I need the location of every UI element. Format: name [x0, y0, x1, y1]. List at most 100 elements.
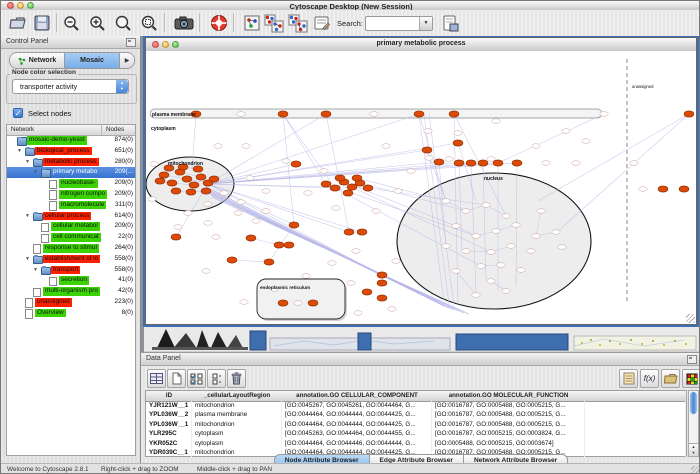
network-node[interactable] — [507, 244, 515, 249]
float-panel-icon[interactable] — [126, 38, 136, 47]
tree-row[interactable]: nucleobase-209(0) — [7, 178, 135, 189]
scrollbar-thumb[interactable] — [690, 392, 697, 414]
select-nodes-checkbox[interactable]: ✓ — [13, 108, 23, 118]
search-dropdown-arrow-icon[interactable]: ▼ — [419, 17, 432, 30]
network-node[interactable] — [347, 281, 355, 286]
network-node-selected-color[interactable] — [278, 300, 288, 306]
network-edge[interactable] — [208, 184, 294, 225]
expand-arrow-icon[interactable]: ▼ — [25, 254, 30, 265]
tree-row[interactable]: ▼primary metabo209(... — [7, 167, 135, 178]
network-node-selected-color[interactable] — [449, 111, 459, 117]
zoom-fit-button[interactable] — [112, 12, 134, 34]
open-file-button[interactable] — [7, 12, 29, 34]
table-cell[interactable]: [GO:0044464, GO:0044446, GO:0044444, G..… — [282, 439, 432, 448]
network-node[interactable] — [354, 311, 362, 316]
network-node[interactable] — [240, 300, 248, 305]
network-node[interactable] — [462, 249, 470, 254]
network-edge[interactable] — [283, 114, 294, 225]
network-node-selected-color[interactable] — [201, 188, 211, 194]
network-node[interactable] — [487, 250, 495, 255]
network-node[interactable] — [220, 191, 228, 196]
tree-row[interactable]: nitrogen compo209(0) — [7, 189, 135, 200]
network-node[interactable] — [452, 269, 460, 274]
form-button[interactable] — [311, 12, 333, 34]
network-node[interactable] — [204, 202, 212, 207]
network-node-selected-color[interactable] — [289, 222, 299, 228]
network-node[interactable] — [472, 293, 480, 298]
network-node-selected-color[interactable] — [352, 175, 362, 181]
tree-row[interactable]: ▼transport558(0) — [7, 265, 135, 276]
tree-row[interactable]: unassigned223(0) — [7, 297, 135, 308]
network-node[interactable] — [600, 112, 608, 117]
network-node[interactable] — [452, 224, 460, 229]
network-node[interactable] — [204, 221, 212, 226]
tree-row[interactable]: ▼establishment of lo558(0) — [7, 254, 135, 265]
network-edge[interactable] — [326, 114, 349, 232]
network-node[interactable] — [572, 161, 580, 166]
network-node[interactable] — [370, 112, 378, 117]
network-node[interactable] — [304, 191, 312, 196]
network-node[interactable] — [252, 219, 260, 224]
network-node[interactable] — [382, 144, 390, 149]
tree-row[interactable]: cellular metabol209(0) — [7, 221, 135, 232]
network-node-selected-color[interactable] — [466, 160, 476, 166]
network-edge[interactable] — [208, 114, 326, 184]
network-edge[interactable] — [208, 150, 427, 184]
network-node-selected-color[interactable] — [343, 190, 353, 196]
network-node-selected-color[interactable] — [274, 242, 284, 248]
network-node-selected-color[interactable] — [357, 229, 367, 235]
network-node[interactable] — [237, 200, 245, 205]
delete-attribute-button[interactable] — [227, 369, 246, 388]
table-cell[interactable]: YKR052C — [146, 439, 192, 448]
network-node[interactable] — [527, 249, 535, 254]
network-node-selected-color[interactable] — [189, 182, 199, 188]
network-node-selected-color[interactable] — [308, 300, 318, 306]
tab-mosaic[interactable]: Mosaic — [65, 53, 120, 68]
notes-button[interactable] — [619, 369, 638, 388]
more-tabs-button[interactable]: ▶ — [120, 53, 134, 68]
table-cell[interactable]: YPL036W__2 — [146, 410, 192, 419]
network-node[interactable] — [558, 245, 566, 250]
table-cell[interactable] — [585, 420, 686, 429]
network-node[interactable] — [517, 268, 525, 273]
network-node[interactable] — [150, 162, 158, 167]
network-node[interactable] — [234, 211, 242, 216]
tree-row[interactable]: ▼biological_process651(0) — [7, 146, 135, 157]
expand-arrow-icon[interactable]: ▼ — [33, 167, 38, 178]
network-node-selected-color[interactable] — [377, 295, 387, 301]
network-node[interactable] — [332, 206, 340, 211]
function-builder-button[interactable]: f(x) — [640, 369, 659, 388]
attribute-panel-button[interactable] — [147, 369, 166, 388]
network-node-selected-color[interactable] — [167, 180, 177, 186]
network-node[interactable] — [302, 274, 310, 279]
network-node[interactable] — [242, 144, 250, 149]
network-node-selected-color[interactable] — [658, 186, 668, 192]
network-node[interactable] — [282, 159, 290, 164]
zoom-in-button[interactable] — [86, 12, 108, 34]
network-node-selected-color[interactable] — [227, 257, 237, 263]
network-node-selected-color[interactable] — [171, 234, 181, 240]
tree-row[interactable]: response to stimul264(0) — [7, 243, 135, 254]
table-cell[interactable]: plasma membrane — [192, 410, 282, 419]
network-node-selected-color[interactable] — [321, 181, 331, 187]
network-node-selected-color[interactable] — [291, 161, 301, 167]
network-node-selected-color[interactable] — [453, 140, 463, 146]
network-edge[interactable] — [208, 114, 419, 184]
network-edge[interactable] — [498, 114, 604, 163]
network-edge[interactable] — [557, 114, 689, 232]
help-button[interactable] — [208, 12, 230, 34]
expand-arrow-icon[interactable]: ▼ — [33, 265, 38, 276]
table-cell[interactable]: [GO:0016787, GO:0005488, GO:0005215, G..… — [432, 401, 585, 410]
network-node-selected-color[interactable] — [363, 185, 373, 191]
tab-network[interactable]: Network — [10, 53, 65, 68]
select-attributes-button[interactable] — [187, 369, 206, 388]
network-node[interactable] — [472, 234, 480, 239]
table-vertical-scrollbar[interactable]: ▲▼ — [688, 390, 699, 457]
tree-row[interactable]: ▼cellular process614(0) — [7, 211, 135, 222]
network-view-button[interactable] — [241, 12, 263, 34]
network-node-selected-color[interactable] — [284, 242, 294, 248]
network-node-selected-color[interactable] — [362, 289, 372, 295]
network-node[interactable] — [532, 144, 540, 149]
network-node[interactable] — [425, 156, 433, 161]
network-node[interactable] — [262, 209, 270, 214]
